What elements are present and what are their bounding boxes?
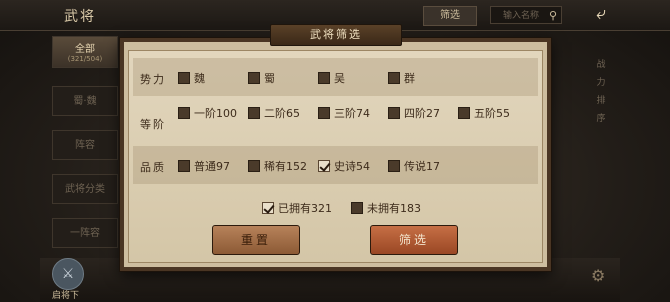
tab-category[interactable]: 武将分类 (52, 174, 118, 204)
checkbox[interactable] (388, 72, 400, 84)
rank-option-2[interactable]: 二阶65 (248, 105, 300, 120)
reset-button[interactable]: 重置 (212, 225, 300, 255)
option-label: 吴 (334, 72, 345, 85)
option-label: 蜀 (264, 72, 275, 85)
search-placeholder: 输入名称 (503, 11, 540, 21)
option-label: 四阶27 (404, 107, 440, 120)
option-label: 五阶55 (474, 107, 510, 120)
back-arrow-icon[interactable]: ⤶ (584, 3, 618, 25)
checkbox[interactable] (318, 72, 330, 84)
tab-all[interactable]: 全部 (321/504) (52, 36, 118, 68)
option-label: 传说17 (404, 160, 440, 173)
tab-all-label: 全部 (75, 44, 95, 55)
checkbox[interactable] (178, 107, 190, 119)
tab-team[interactable]: 一阵容 (52, 218, 118, 248)
quality-option-rare[interactable]: 稀有152 (248, 158, 307, 173)
not-owned-option[interactable]: 未拥有183 (351, 200, 421, 215)
sort-label-1: 战 (596, 60, 606, 70)
tab-lineup[interactable]: 阵容 (52, 130, 118, 160)
general-avatar[interactable]: ⚔ (52, 258, 84, 290)
rank-option-1[interactable]: 一阶100 (178, 105, 237, 120)
checkbox[interactable] (388, 160, 400, 172)
quality-option-legend[interactable]: 传说17 (388, 158, 440, 173)
sort-label-4: 序 (596, 114, 606, 124)
quality-label: 品质 (140, 161, 166, 174)
sort-label-3: 排 (596, 96, 606, 106)
checkbox[interactable] (178, 160, 190, 172)
faction-option-wei[interactable]: 魏 (178, 70, 205, 85)
option-label: 已拥有321 (278, 202, 332, 215)
rank-label: 等阶 (140, 118, 166, 131)
checkbox[interactable] (458, 107, 470, 119)
owned-option[interactable]: 已拥有321 (262, 200, 332, 215)
faction-option-shu[interactable]: 蜀 (248, 70, 275, 85)
rank-option-5[interactable]: 五阶55 (458, 105, 510, 120)
checkbox[interactable] (351, 202, 363, 214)
option-label: 稀有152 (264, 160, 307, 173)
option-label: 二阶65 (264, 107, 300, 120)
checkbox-checked[interactable] (262, 202, 274, 214)
page-title: 武将 (64, 9, 96, 25)
tab-faction[interactable]: 蜀·魏 (52, 86, 118, 116)
option-label: 史诗54 (334, 160, 370, 173)
rank-option-4[interactable]: 四阶27 (388, 105, 440, 120)
option-label: 一阶100 (194, 107, 237, 120)
rank-option-3[interactable]: 三阶74 (318, 105, 370, 120)
sort-label-2: 力 (596, 78, 606, 88)
option-label: 未拥有183 (367, 202, 421, 215)
option-label: 群 (404, 72, 415, 85)
search-input[interactable]: 输入名称 ⚲ (490, 6, 562, 24)
gear-icon[interactable]: ⚙ (591, 266, 605, 285)
checkbox[interactable] (388, 107, 400, 119)
faction-option-wu[interactable]: 吴 (318, 70, 345, 85)
tab-all-count: (321/504) (67, 55, 103, 63)
checkbox[interactable] (248, 107, 260, 119)
faction-label: 势力 (140, 73, 166, 86)
checkbox[interactable] (248, 160, 260, 172)
dialog-title: 武将筛选 (270, 24, 402, 46)
option-label: 三阶74 (334, 107, 370, 120)
top-filter-button[interactable]: 筛选 (423, 6, 477, 26)
checkbox-checked[interactable] (318, 160, 330, 172)
bottom-label: 启将下 (52, 291, 80, 301)
quality-option-epic[interactable]: 史诗54 (318, 158, 370, 173)
option-label: 魏 (194, 72, 205, 85)
left-category-list: 全部 (321/504) 蜀·魏 阵容 武将分类 一阵容 (52, 36, 118, 284)
faction-option-qun[interactable]: 群 (388, 70, 415, 85)
checkbox[interactable] (248, 72, 260, 84)
quality-option-common[interactable]: 普通97 (178, 158, 230, 173)
sort-column[interactable]: 战 力 排 序 (594, 56, 608, 128)
search-icon[interactable]: ⚲ (549, 7, 557, 25)
filter-button[interactable]: 筛选 (370, 225, 458, 255)
option-label: 普通97 (194, 160, 230, 173)
checkbox[interactable] (178, 72, 190, 84)
checkbox[interactable] (318, 107, 330, 119)
